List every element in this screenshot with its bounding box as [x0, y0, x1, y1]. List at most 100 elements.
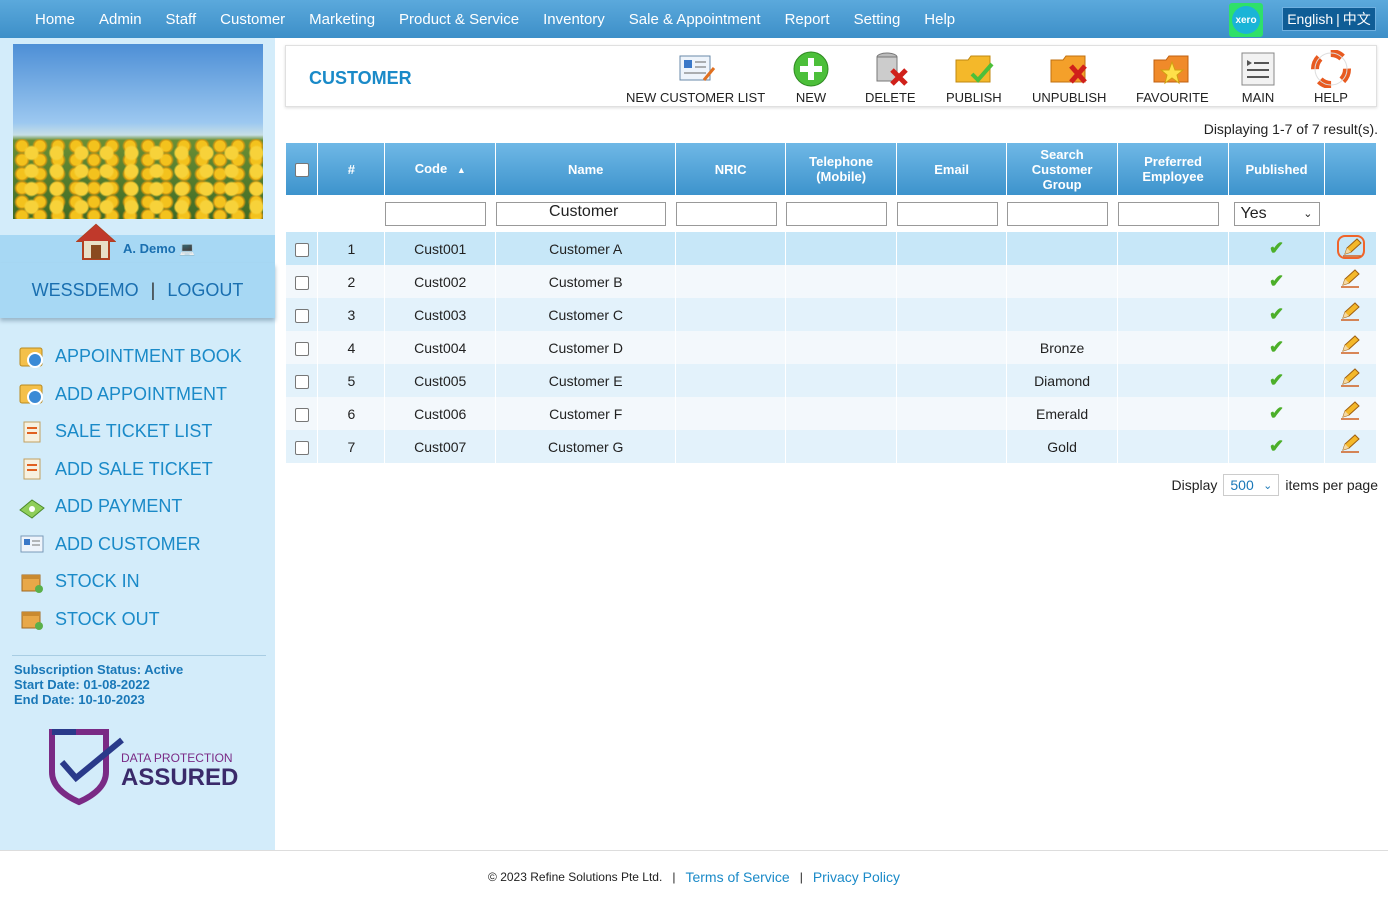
check-icon[interactable]: ✔ [1269, 304, 1284, 324]
publish-button[interactable]: PUBLISH [946, 50, 1002, 105]
subscription-status: Subscription Status: Active [14, 662, 184, 677]
cell-actions [1324, 265, 1377, 298]
cell-email [896, 298, 1008, 331]
edit-icon[interactable] [1337, 433, 1365, 457]
help-button[interactable]: HELP [1311, 50, 1351, 105]
nav-setting[interactable]: Setting [842, 11, 913, 28]
check-icon[interactable]: ✔ [1269, 238, 1284, 258]
nav-customer[interactable]: Customer [208, 11, 297, 28]
customer-table: # Code ▲ Name NRIC Telephone (Mobile) Ema… [286, 143, 1377, 463]
items-per-page-select[interactable]: 500 ⌄ [1223, 474, 1280, 496]
quick-stock-in[interactable]: STOCK IN [18, 563, 242, 601]
row-checkbox[interactable] [294, 440, 309, 455]
edit-icon[interactable] [1336, 235, 1365, 259]
header-email[interactable]: Email [896, 143, 1008, 195]
cell-telephone [785, 364, 898, 397]
table-row[interactable]: 4 Cust004 Customer D Bronze ✔ [286, 331, 1377, 364]
cell-number: 2 [317, 265, 386, 298]
subscription-start-date: Start Date: 01-08-2022 [14, 677, 150, 692]
table-row[interactable]: 1 Cust001 Customer A ✔ [286, 232, 1377, 265]
quick-add-sale-ticket[interactable]: ADD SALE TICKET [18, 451, 242, 489]
header-published[interactable]: Published [1228, 143, 1325, 195]
cell-published: ✔ [1228, 364, 1325, 397]
select-all-header [286, 143, 319, 195]
row-checkbox[interactable] [294, 407, 309, 422]
cell-telephone [785, 331, 898, 364]
logout-link[interactable]: LOGOUT [167, 280, 243, 301]
lang-chinese[interactable]: 中文 [1343, 9, 1371, 29]
header-nric[interactable]: NRIC [675, 143, 787, 195]
check-icon[interactable]: ✔ [1269, 337, 1284, 357]
items-per-page-label: items per page [1285, 477, 1378, 493]
header-customer-group[interactable]: Search Customer Group [1006, 143, 1119, 195]
quick-add-payment[interactable]: ADD PAYMENT [18, 488, 242, 526]
nav-product-service[interactable]: Product & Service [387, 11, 531, 28]
filter-code-input[interactable] [385, 201, 487, 226]
header-telephone[interactable]: Telephone (Mobile) [785, 143, 898, 195]
edit-icon[interactable] [1337, 367, 1365, 391]
select-all-checkbox[interactable] [294, 162, 309, 177]
quick-sale-ticket-list[interactable]: SALE TICKET LIST [18, 413, 242, 451]
favourite-button[interactable]: FAVOURITE [1136, 50, 1209, 105]
cell-customer-group: Emerald [1006, 397, 1119, 430]
row-checkbox[interactable] [294, 308, 309, 323]
filter-telephone-input[interactable] [786, 201, 888, 226]
nav-admin[interactable]: Admin [87, 11, 154, 28]
edit-icon[interactable] [1337, 334, 1365, 358]
new-customer-list-button[interactable]: NEW CUSTOMER LIST [626, 50, 765, 105]
row-checkbox[interactable] [294, 374, 309, 389]
row-checkbox[interactable] [294, 242, 309, 257]
delete-button[interactable]: DELETE [865, 50, 916, 105]
filter-name-input[interactable]: Customer [496, 201, 667, 226]
new-button[interactable]: NEW [791, 50, 831, 105]
filter-published-select[interactable]: Yes ⌄ [1233, 201, 1320, 226]
main-button[interactable]: MAIN [1238, 50, 1278, 105]
xero-button[interactable]: xero [1229, 3, 1263, 37]
check-icon[interactable]: ✔ [1269, 370, 1284, 390]
edit-icon[interactable] [1337, 400, 1365, 424]
profile-banner-image [13, 44, 263, 219]
filter-email-input[interactable] [897, 201, 999, 226]
appointment-book-icon [19, 347, 43, 368]
quick-stock-out[interactable]: STOCK OUT [18, 601, 242, 639]
quick-add-customer[interactable]: ADD CUSTOMER [18, 526, 242, 564]
table-row[interactable]: 7 Cust007 Customer G Gold ✔ [286, 430, 1377, 463]
edit-icon[interactable] [1337, 268, 1365, 292]
check-icon[interactable]: ✔ [1269, 403, 1284, 423]
header-code[interactable]: Code ▲ [384, 143, 497, 195]
table-row[interactable]: 3 Cust003 Customer C ✔ [286, 298, 1377, 331]
check-icon[interactable]: ✔ [1269, 271, 1284, 291]
cell-actions [1324, 232, 1377, 265]
unpublish-button[interactable]: UNPUBLISH [1032, 50, 1106, 105]
nav-home[interactable]: Home [23, 11, 87, 28]
quick-add-appointment[interactable]: ADD APPOINTMENT [18, 376, 242, 414]
nav-help[interactable]: Help [912, 11, 967, 28]
edit-icon[interactable] [1337, 301, 1365, 325]
company-name[interactable]: WESSDEMO [32, 280, 139, 301]
table-row[interactable]: 6 Cust006 Customer F Emerald ✔ [286, 397, 1377, 430]
lang-english[interactable]: English [1287, 11, 1333, 27]
cell-name: Customer A [495, 232, 677, 265]
filter-customer-group-input[interactable] [1007, 201, 1109, 226]
nav-report[interactable]: Report [773, 11, 842, 28]
nav-inventory[interactable]: Inventory [531, 11, 617, 28]
table-row[interactable]: 5 Cust005 Customer E Diamond ✔ [286, 364, 1377, 397]
check-icon[interactable]: ✔ [1269, 436, 1284, 456]
terms-link[interactable]: Terms of Service [685, 869, 789, 885]
cell-number: 7 [317, 430, 386, 463]
privacy-link[interactable]: Privacy Policy [813, 869, 900, 885]
nav-marketing[interactable]: Marketing [297, 11, 387, 28]
row-checkbox[interactable] [294, 275, 309, 290]
header-preferred-employee[interactable]: Preferred Employee [1117, 143, 1230, 195]
header-name[interactable]: Name [495, 143, 677, 195]
cell-published: ✔ [1228, 430, 1325, 463]
cell-telephone [785, 265, 898, 298]
quick-appointment-book[interactable]: APPOINTMENT BOOK [18, 338, 242, 376]
filter-preferred-employee-input[interactable] [1118, 201, 1220, 226]
nav-sale-appointment[interactable]: Sale & Appointment [617, 11, 773, 28]
table-row[interactable]: 2 Cust002 Customer B ✔ [286, 265, 1377, 298]
row-checkbox[interactable] [294, 341, 309, 356]
nav-staff[interactable]: Staff [154, 11, 209, 28]
filter-nric-input[interactable] [676, 201, 778, 226]
subscription-info: Subscription Status: Active Start Date: … [14, 662, 183, 707]
